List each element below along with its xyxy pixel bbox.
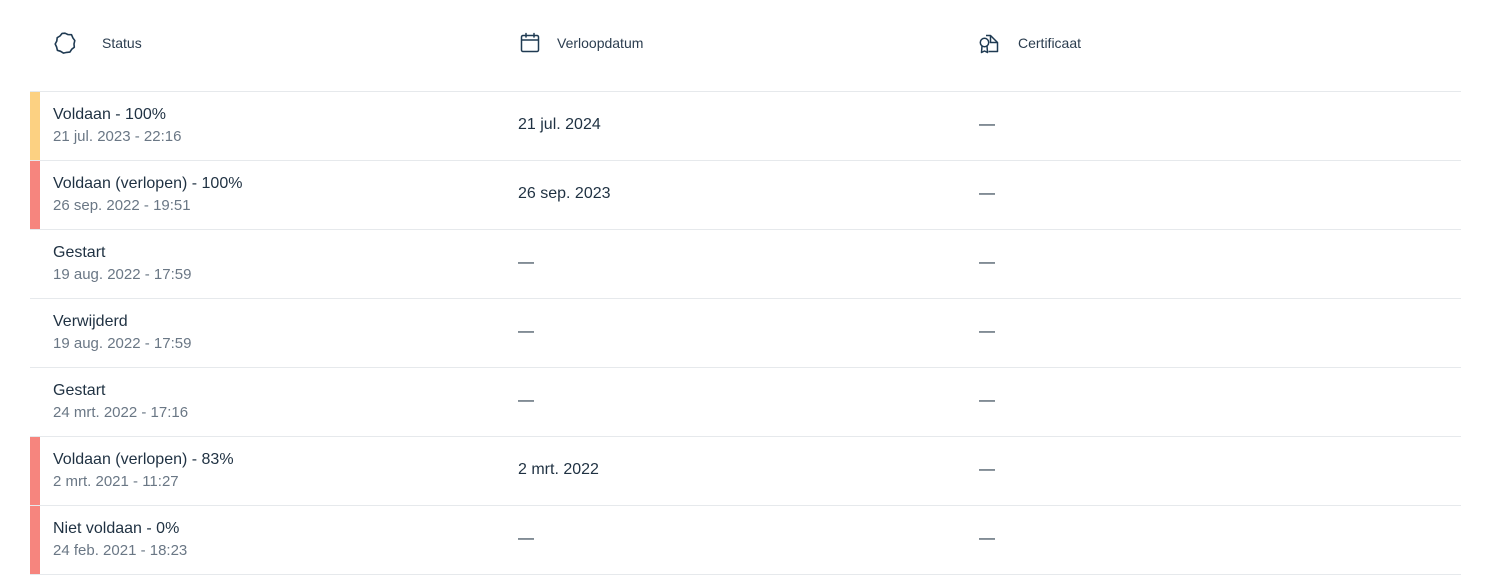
- status-cell: Voldaan - 100% 21 jul. 2023 - 22:16: [53, 104, 181, 148]
- status-indicator-bar: [30, 506, 40, 574]
- table-row[interactable]: Voldaan (verlopen) - 83% 2 mrt. 2021 - 1…: [30, 437, 1461, 506]
- status-text: Voldaan - 100%: [53, 106, 166, 123]
- certificate-value: —: [979, 185, 995, 202]
- certificate-value: —: [979, 323, 995, 340]
- status-text: Gestart: [53, 382, 106, 399]
- expiry-date: —: [518, 530, 534, 547]
- column-header-expiry[interactable]: Verloopdatum: [517, 30, 643, 56]
- table-row[interactable]: Gestart 19 aug. 2022 - 17:59 — —: [30, 230, 1461, 299]
- status-timestamp: 19 aug. 2022 - 17:59: [53, 335, 192, 352]
- table-row[interactable]: Voldaan - 100% 21 jul. 2023 - 22:16 21 j…: [30, 92, 1461, 161]
- column-header-status[interactable]: Status: [52, 30, 142, 56]
- expiry-date: —: [518, 392, 534, 409]
- status-cell: Gestart 19 aug. 2022 - 17:59: [53, 242, 191, 286]
- status-cell: Gestart 24 mrt. 2022 - 17:16: [53, 380, 188, 424]
- status-header-label: Status: [102, 35, 142, 51]
- status-cell: Voldaan (verlopen) - 100% 26 sep. 2022 -…: [53, 173, 242, 217]
- status-text: Verwijderd: [53, 313, 128, 330]
- status-timestamp: 24 feb. 2021 - 18:23: [53, 542, 188, 559]
- expiry-date: 26 sep. 2023: [518, 185, 611, 202]
- expiry-date: —: [518, 323, 534, 340]
- table-header: Status Verloopdatum Certificaat: [30, 0, 1461, 92]
- status-timestamp: 24 mrt. 2022 - 17:16: [53, 404, 189, 421]
- expiry-header-label: Verloopdatum: [557, 35, 644, 51]
- table-row[interactable]: Gestart 24 mrt. 2022 - 17:16 — —: [30, 368, 1461, 437]
- status-timestamp: 19 aug. 2022 - 17:59: [53, 266, 192, 283]
- status-text: Gestart: [53, 244, 106, 261]
- status-cell: Voldaan (verlopen) - 83% 2 mrt. 2021 - 1…: [53, 449, 234, 493]
- certificate-value: —: [979, 530, 995, 547]
- expiry-date: —: [518, 254, 534, 271]
- expiry-date: 2 mrt. 2022: [518, 461, 599, 478]
- certificate-value: —: [979, 254, 995, 271]
- status-indicator-bar: [30, 92, 40, 160]
- status-text: Voldaan (verlopen) - 100%: [53, 175, 243, 192]
- certificate-value: —: [979, 461, 995, 478]
- column-header-certificate[interactable]: Certificaat: [976, 30, 1081, 56]
- status-indicator-bar: [30, 437, 40, 505]
- results-table: Status Verloopdatum Certificaat Voldaan …: [30, 0, 1461, 575]
- table-row[interactable]: Niet voldaan - 0% 24 feb. 2021 - 18:23 —…: [30, 506, 1461, 575]
- certificate-value: —: [979, 116, 995, 133]
- badge-icon: [52, 30, 78, 56]
- calendar-icon: [517, 30, 543, 56]
- status-cell: Verwijderd 19 aug. 2022 - 17:59: [53, 311, 191, 355]
- certificate-icon: [976, 30, 1002, 56]
- status-cell: Niet voldaan - 0% 24 feb. 2021 - 18:23: [53, 518, 187, 562]
- certificate-value: —: [979, 392, 995, 409]
- status-timestamp: 26 sep. 2022 - 19:51: [53, 197, 191, 214]
- certificate-header-label: Certificaat: [1018, 35, 1082, 51]
- status-text: Voldaan (verlopen) - 83%: [53, 451, 234, 468]
- status-timestamp: 2 mrt. 2021 - 11:27: [53, 473, 179, 490]
- status-indicator-bar: [30, 161, 40, 229]
- table-row[interactable]: Verwijderd 19 aug. 2022 - 17:59 — —: [30, 299, 1461, 368]
- table-row[interactable]: Voldaan (verlopen) - 100% 26 sep. 2022 -…: [30, 161, 1461, 230]
- expiry-date: 21 jul. 2024: [518, 116, 601, 133]
- status-text: Niet voldaan - 0%: [53, 520, 180, 537]
- status-timestamp: 21 jul. 2023 - 22:16: [53, 128, 182, 145]
